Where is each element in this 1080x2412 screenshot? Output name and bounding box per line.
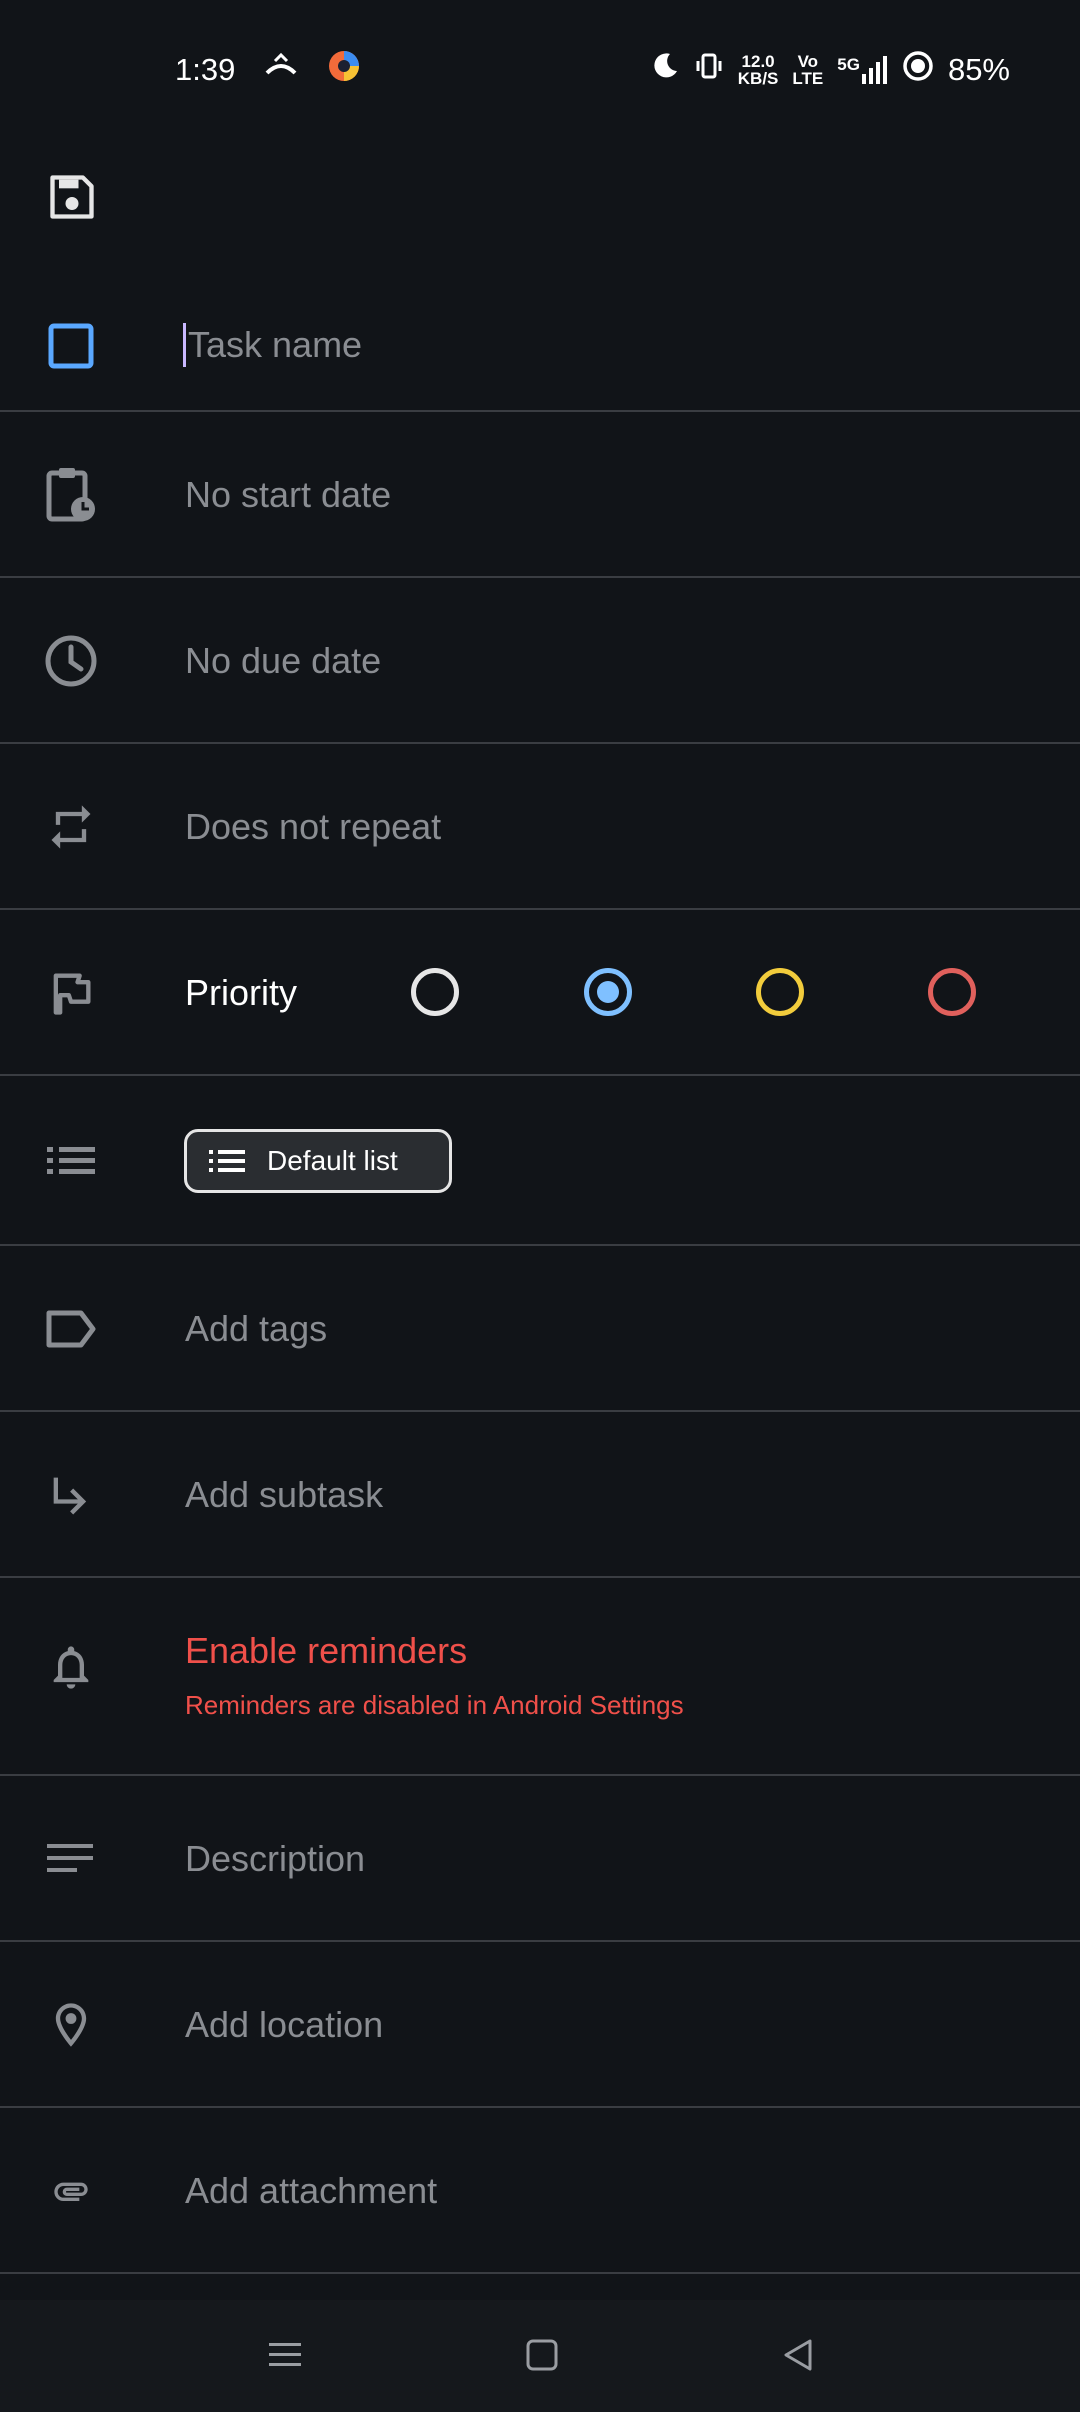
chip-label: Default list <box>267 1145 398 1176</box>
priority-low-radio[interactable] <box>584 968 632 1016</box>
priority-medium-radio[interactable] <box>756 968 804 1016</box>
reminders-disabled-subtitle: Reminders are disabled in Android Settin… <box>185 1690 684 1720</box>
start-date-label: No start date <box>185 474 392 515</box>
task-name-row: Task name <box>0 280 1080 412</box>
default-list-chip[interactable]: Default list <box>184 1129 452 1193</box>
priority-label: Priority <box>185 972 298 1013</box>
recents-button[interactable] <box>260 2330 310 2380</box>
tags-row[interactable]: Add tags <box>0 1246 1080 1412</box>
tags-label: Add tags <box>185 1308 328 1349</box>
subdirectory-arrow-icon <box>38 1462 104 1528</box>
back-triangle-icon <box>784 2339 812 2371</box>
description-label: Description <box>185 1838 366 1879</box>
location-pin-icon <box>38 1992 104 2058</box>
home-button[interactable] <box>517 2330 567 2380</box>
attachment-label: Add attachment <box>185 2170 438 2211</box>
checkbox-icon <box>48 323 94 369</box>
flag-icon <box>38 960 104 1026</box>
repeat-icon <box>38 794 104 860</box>
repeat-row[interactable]: Does not repeat <box>0 744 1080 910</box>
task-name-placeholder: Task name <box>188 324 363 365</box>
reminders-row[interactable]: Enable reminders Reminders are disabled … <box>0 1578 1080 1776</box>
bell-icon <box>38 1634 104 1700</box>
repeat-label: Does not repeat <box>185 806 442 847</box>
volte-indicator: Vo LTE <box>792 53 823 87</box>
save-icon <box>50 175 94 219</box>
net-speed-value: 12.0 <box>741 52 775 71</box>
system-nav-bar <box>0 2300 1080 2412</box>
task-name-input[interactable]: Task name <box>183 323 362 367</box>
missed-call-icon <box>263 51 299 89</box>
task-checkbox[interactable] <box>38 313 104 379</box>
chip-list-icon <box>209 1150 245 1172</box>
tag-icon <box>38 1296 104 1362</box>
network-type: 5G <box>837 55 860 74</box>
clock: 1:39 <box>175 52 236 87</box>
subtask-row[interactable]: Add subtask <box>0 1412 1080 1578</box>
start-date-row[interactable]: No start date <box>0 412 1080 578</box>
subtask-label: Add subtask <box>185 1474 384 1515</box>
battery-level: 85% <box>947 52 1010 87</box>
menu-icon <box>269 2343 301 2366</box>
list-icon <box>38 1128 104 1194</box>
toolbar <box>0 140 1080 280</box>
volte-top: Vo <box>797 52 819 71</box>
location-row[interactable]: Add location <box>0 1942 1080 2108</box>
volte-bottom: LTE <box>792 69 824 88</box>
notes-icon <box>38 1826 104 1892</box>
list-row: Default list <box>0 1076 1080 1246</box>
location-label: Add location <box>185 2004 384 2045</box>
priority-none-radio[interactable] <box>411 968 459 1016</box>
net-speed: 12.0 KB/S <box>738 53 779 87</box>
battery-saver-icon <box>902 50 934 90</box>
vibrate-icon <box>694 51 724 89</box>
due-date-row[interactable]: No due date <box>0 578 1080 744</box>
attachment-row[interactable]: Add attachment <box>0 2108 1080 2274</box>
priority-row: Priority <box>0 910 1080 1076</box>
priority-high-radio[interactable] <box>928 968 976 1016</box>
calendar-clock-icon <box>38 462 104 528</box>
net-speed-unit: KB/S <box>737 69 779 88</box>
save-button[interactable] <box>40 165 104 229</box>
clock-icon <box>38 628 104 694</box>
moon-icon <box>650 51 680 89</box>
paperclip-icon <box>38 2158 104 2224</box>
due-date-label: No due date <box>185 640 382 681</box>
home-square-icon <box>526 2339 558 2371</box>
app-notification-icon <box>327 49 361 91</box>
enable-reminders-title: Enable reminders <box>185 1630 468 1671</box>
signal-icon: 5G <box>837 56 888 84</box>
back-button[interactable] <box>773 2330 823 2380</box>
status-bar: 1:39 12.0 KB/S Vo LTE 5G 85% <box>0 0 1080 140</box>
description-row[interactable]: Description <box>0 1776 1080 1942</box>
